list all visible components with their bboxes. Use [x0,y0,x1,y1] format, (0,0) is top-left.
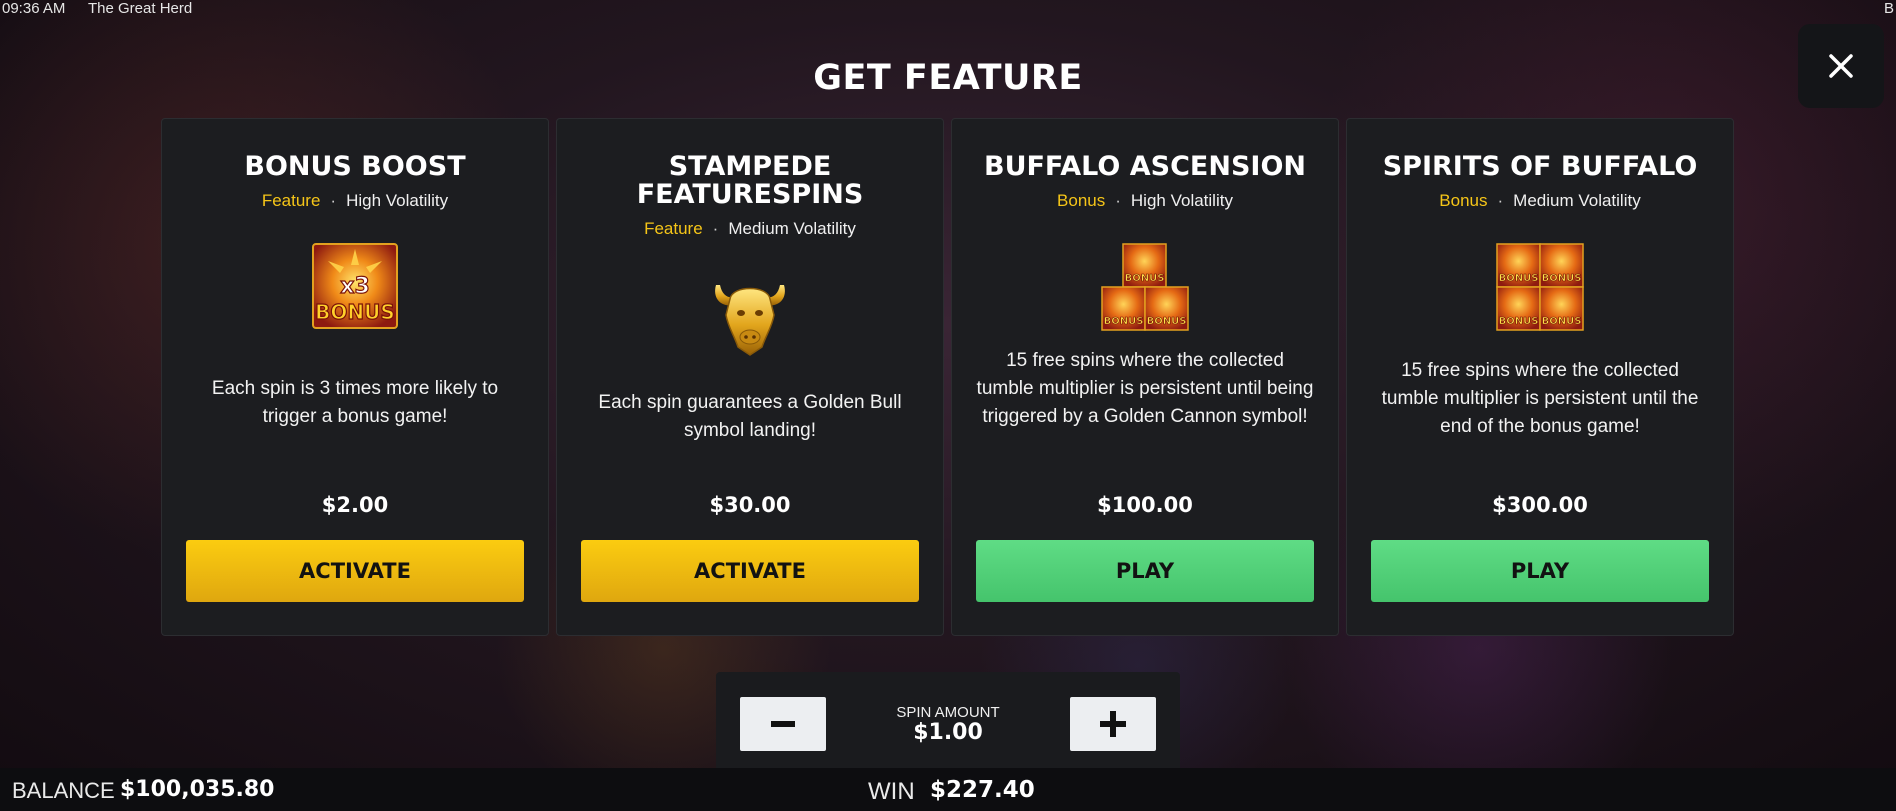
corner-label: B [1883,0,1894,17]
card-volatility: High Volatility [346,191,449,210]
card-title: SPIRITS OF BUFFALO [1382,151,1698,182]
increase-spin-button[interactable] [1070,697,1156,751]
activate-button[interactable]: ACTIVATE [186,540,524,602]
card-kind: Feature [644,219,703,238]
balance-value: $100,035.80 [120,777,275,802]
modal-title: GET FEATURE [813,58,1083,98]
svg-text:BONUS: BONUS [315,300,395,324]
bonus-x3-icon: x3 BONUS [312,243,398,329]
card-price: $2.00 [321,493,389,517]
clock: 09:36 AM [2,0,66,17]
card-volatility: Medium Volatility [1513,191,1641,210]
play-button[interactable]: PLAY [1371,540,1709,602]
card-kind: Feature [261,191,321,210]
card-price: $30.00 [709,493,791,517]
svg-text:BONUS: BONUS [1499,273,1539,284]
card-title: BUFFALO ASCENSION [983,151,1307,182]
feature-card-bonus-boost: BONUS BOOST Feature · High Volatility x3 B… [161,118,549,636]
card-meta: Feature · High Volatility [261,191,449,210]
svg-text:BONUS: BONUS [1147,316,1187,327]
svg-text:x3: x3 [340,274,370,299]
card-price: $100.00 [1097,493,1193,517]
card-description: 15 free spins where the collected tumble… [1381,360,1699,437]
svg-text:BONUS: BONUS [1542,273,1582,284]
feature-card-stampede-featurespins: STAMPEDE FEATURESPINS Feature · Medium Vol… [556,118,944,636]
card-meta: Bonus · High Volatility [1057,191,1233,210]
card-title: STAMPEDE FEATURESPINS [636,151,864,210]
card-volatility: Medium Volatility [728,219,856,238]
svg-text:BONUS: BONUS [1499,316,1539,327]
svg-text:BONUS: BONUS [1125,273,1165,284]
feature-card-spirits-of-buffalo: SPIRITS OF BUFFALO Bonus · Medium Volatili… [1346,118,1734,636]
card-title: BONUS BOOST [244,151,466,182]
card-kind: Bonus [1439,191,1488,210]
card-kind: Bonus [1057,191,1106,210]
win-label: WIN [868,778,915,805]
plus-icon [1100,711,1126,737]
card-description: 15 free spins where the collected tumble… [976,350,1314,427]
win-value: $227.40 [930,777,1035,803]
svg-text:BONUS: BONUS [1104,316,1144,327]
activate-button[interactable]: ACTIVATE [581,540,919,602]
status-bar: 09:36 AM The Great Herd B [0,0,1896,18]
balance-label: BALANCE [12,778,115,803]
spin-amount-panel: SPIN AMOUNT $1.00 [716,672,1180,780]
footer-bar: BALANCE $100,035.80 WIN $227.40 [0,768,1896,811]
feature-card-buffalo-ascension: BUFFALO ASCENSION Bonus · High Volatility … [951,118,1339,636]
card-price: $300.00 [1492,493,1588,517]
play-button[interactable]: PLAY [976,540,1314,602]
svg-text:BONUS: BONUS [1542,316,1582,327]
game-title: The Great Herd [88,0,193,17]
card-description: Each spin guarantees a Golden Bull symbo… [598,392,902,441]
card-meta: Bonus · Medium Volatility [1439,191,1641,210]
card-meta: Feature · Medium Volatility [644,219,856,238]
golden-bull-icon [710,271,790,357]
bonus-scatter-grid-icon: BONUS BONUS BONUS BONUS [1496,243,1584,331]
card-volatility: High Volatility [1130,191,1233,210]
card-description: Each spin is 3 times more likely to trig… [211,378,499,427]
bonus-scatter-stack-icon: BONUS BONUS BONUS [1101,243,1189,331]
